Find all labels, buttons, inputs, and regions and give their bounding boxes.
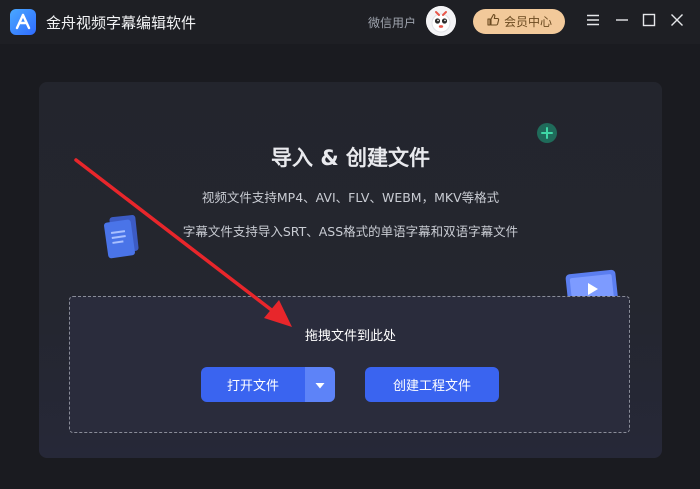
drop-hint: 拖拽文件到此处 bbox=[304, 329, 396, 344]
video-formats-text: 视频文件支持MP4、AVI、FLV、WEBM，MKV等格式 bbox=[201, 190, 500, 205]
create-project-label: 创建工程文件 bbox=[392, 379, 471, 394]
open-file-label: 打开文件 bbox=[226, 379, 279, 394]
menu-icon bbox=[586, 12, 600, 31]
username[interactable]: 微信用户 bbox=[368, 14, 416, 31]
caret-down-icon bbox=[315, 375, 325, 394]
open-file-button[interactable]: 打开文件 bbox=[201, 367, 305, 402]
create-project-button[interactable]: 创建工程文件 bbox=[365, 367, 499, 402]
app-logo-icon bbox=[10, 9, 36, 35]
close-button[interactable] bbox=[668, 12, 686, 30]
panel-heading: 导入 & 创建文件 bbox=[271, 146, 430, 170]
thumbs-up-icon bbox=[486, 13, 500, 30]
avatar[interactable] bbox=[426, 6, 456, 36]
minimize-icon bbox=[615, 12, 629, 31]
close-icon bbox=[670, 12, 684, 31]
menu-button[interactable] bbox=[584, 12, 602, 30]
title-bar: 金舟视频字幕编辑软件 微信用户 会员中心 bbox=[0, 0, 700, 44]
vip-center-label: 会员中心 bbox=[503, 15, 552, 29]
minimize-button[interactable] bbox=[613, 12, 631, 30]
app-title: 金舟视频字幕编辑软件 bbox=[46, 14, 197, 32]
vip-center-button[interactable]: 会员中心 bbox=[473, 9, 565, 34]
open-file-dropdown-button[interactable] bbox=[305, 367, 335, 402]
subtitle-formats-text: 字幕文件支持导入SRT、ASS格式的单语字幕和双语字幕文件 bbox=[182, 224, 519, 239]
maximize-button[interactable] bbox=[640, 12, 658, 30]
import-create-panel: 导入 & 创建文件 视频文件支持MP4、AVI、FLV、WEBM，MKV等格式 … bbox=[39, 82, 662, 458]
maximize-icon bbox=[642, 12, 656, 31]
file-drop-zone[interactable]: 拖拽文件到此处 打开文件 创建工程文件 bbox=[69, 296, 630, 433]
